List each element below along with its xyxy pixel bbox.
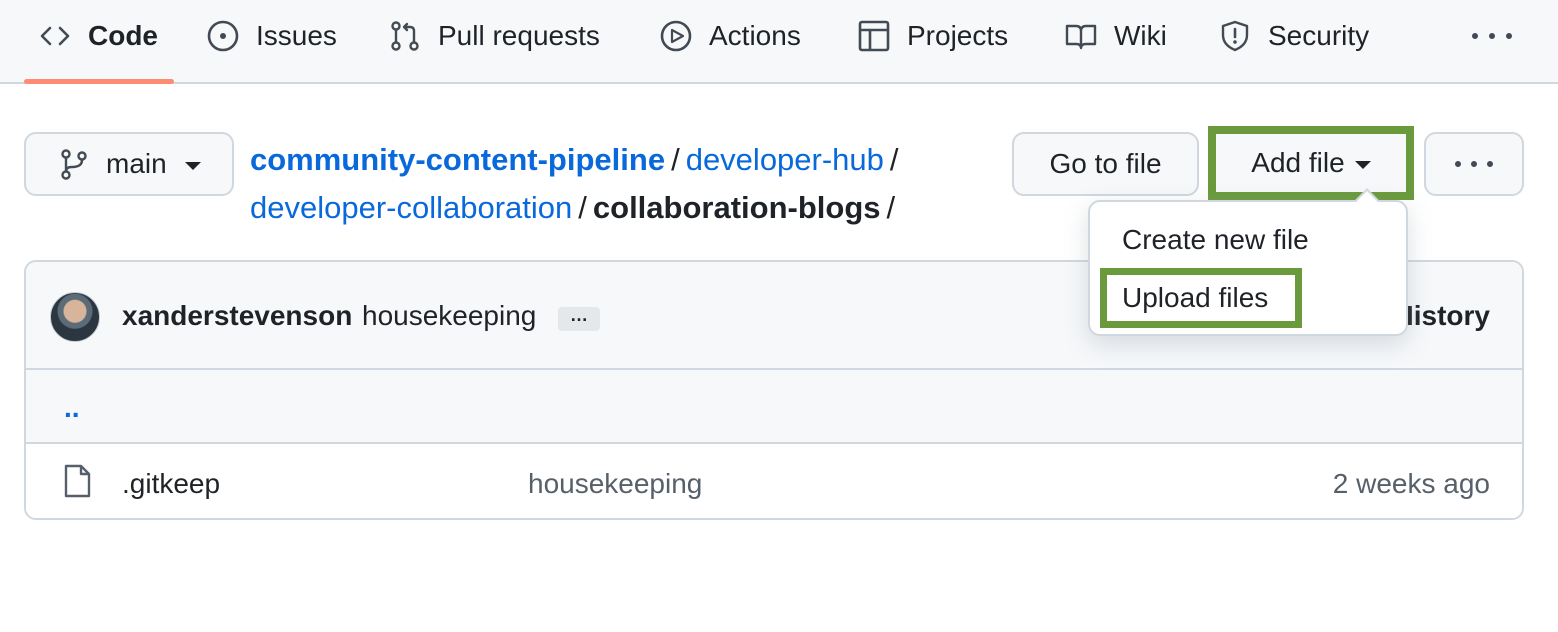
shield-icon <box>1221 20 1249 52</box>
tab-pull-requests[interactable]: Pull requests <box>388 0 600 72</box>
go-to-file-button[interactable]: Go to file <box>1012 132 1199 196</box>
breadcrumb-repo-link[interactable]: community-content-pipeline <box>250 142 665 177</box>
table-icon <box>858 20 890 52</box>
file-icon <box>64 464 91 498</box>
tab-label: Projects <box>907 20 1009 51</box>
add-file-label: Add file <box>1251 147 1345 178</box>
chevron-down-icon <box>1354 161 1371 169</box>
kebab-horizontal-icon[interactable] <box>1472 22 1512 50</box>
breadcrumb-separator: / <box>578 190 587 225</box>
breadcrumb-link[interactable]: developer-collaboration <box>250 190 572 225</box>
menu-item-upload-files[interactable]: Upload files <box>1122 282 1268 314</box>
table-row[interactable]: .gitkeep housekeeping 2 weeks ago <box>26 444 1522 518</box>
menu-item-create-new-file[interactable]: Create new file <box>1122 224 1309 256</box>
tab-security[interactable]: Security <box>1218 0 1369 72</box>
active-tab-indicator <box>24 79 174 84</box>
play-icon <box>660 20 692 52</box>
tab-label: Code <box>88 20 158 51</box>
more-options-button[interactable] <box>1424 132 1524 196</box>
file-name[interactable]: .gitkeep <box>122 468 220 500</box>
tab-label: Security <box>1268 20 1370 51</box>
tab-issues[interactable]: Issues <box>206 0 337 72</box>
breadcrumb: community-content-pipeline / developer-hub… <box>250 136 990 232</box>
kebab-horizontal-icon <box>1455 161 1461 167</box>
tab-label: Issues <box>256 20 337 51</box>
repo-nav: Code Issues Pull requests Actions Projec… <box>0 0 1558 84</box>
chevron-down-icon <box>184 162 201 170</box>
tab-projects[interactable]: Projects <box>857 0 1008 72</box>
tab-code[interactable]: Code <box>38 0 158 72</box>
tab-label: Pull requests <box>438 20 600 51</box>
breadcrumb-separator: / <box>886 190 896 225</box>
issue-circle-icon <box>207 20 239 52</box>
tab-label: Wiki <box>1114 20 1167 51</box>
commit-author[interactable]: xanderstevenson <box>122 300 352 332</box>
breadcrumb-separator: / <box>889 142 899 177</box>
branch-name: main <box>106 148 167 179</box>
breadcrumb-separator: / <box>671 142 680 177</box>
book-icon <box>1065 24 1097 50</box>
tab-actions[interactable]: Actions <box>659 0 801 72</box>
breadcrumb-current: collaboration-blogs <box>592 190 881 225</box>
add-file-menu: Create new file Upload files <box>1088 200 1408 336</box>
git-branch-icon <box>61 149 87 180</box>
file-commit-date: 2 weeks ago <box>1332 468 1490 499</box>
avatar[interactable] <box>50 292 100 342</box>
code-icon <box>40 26 70 46</box>
pull-request-icon <box>391 21 419 51</box>
breadcrumb-link[interactable]: developer-hub <box>686 142 884 177</box>
commit-message[interactable]: housekeeping <box>362 300 536 332</box>
branch-select-button[interactable]: main <box>24 132 234 196</box>
tab-wiki[interactable]: Wiki <box>1064 0 1167 72</box>
tab-label: Actions <box>709 20 801 51</box>
file-commit-message[interactable]: housekeeping <box>528 468 702 500</box>
history-link[interactable]: History <box>1394 300 1490 332</box>
parent-directory-link[interactable]: .. <box>64 392 80 424</box>
commit-expand-button[interactable]: … <box>558 306 600 331</box>
parent-directory-row[interactable]: .. <box>26 370 1522 444</box>
add-file-button[interactable]: Add file <box>1208 126 1414 200</box>
